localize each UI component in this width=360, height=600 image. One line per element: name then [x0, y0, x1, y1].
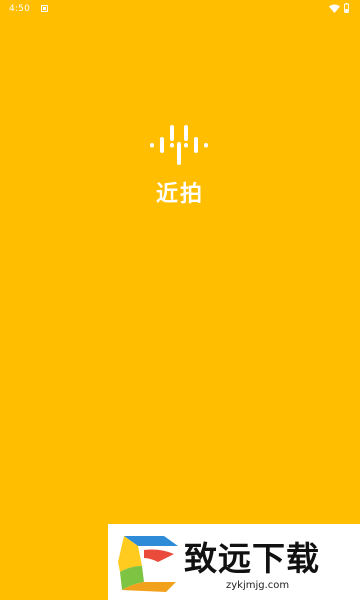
app-name: 近拍	[155, 182, 204, 207]
watermark-url: zykjmjg.com	[226, 580, 290, 591]
battery-icon	[344, 3, 349, 13]
status-time: 4:50	[9, 4, 31, 14]
android-notification-icon	[41, 5, 48, 12]
zhiyuan-logo-icon	[118, 536, 178, 592]
watermark-title: 致远下载	[184, 539, 320, 578]
audio-waveform-icon	[150, 125, 208, 165]
status-bar: 4:50	[0, 0, 360, 18]
watermark: 致远下载 zykjmjg.com	[108, 524, 360, 600]
wifi-icon	[329, 4, 340, 13]
